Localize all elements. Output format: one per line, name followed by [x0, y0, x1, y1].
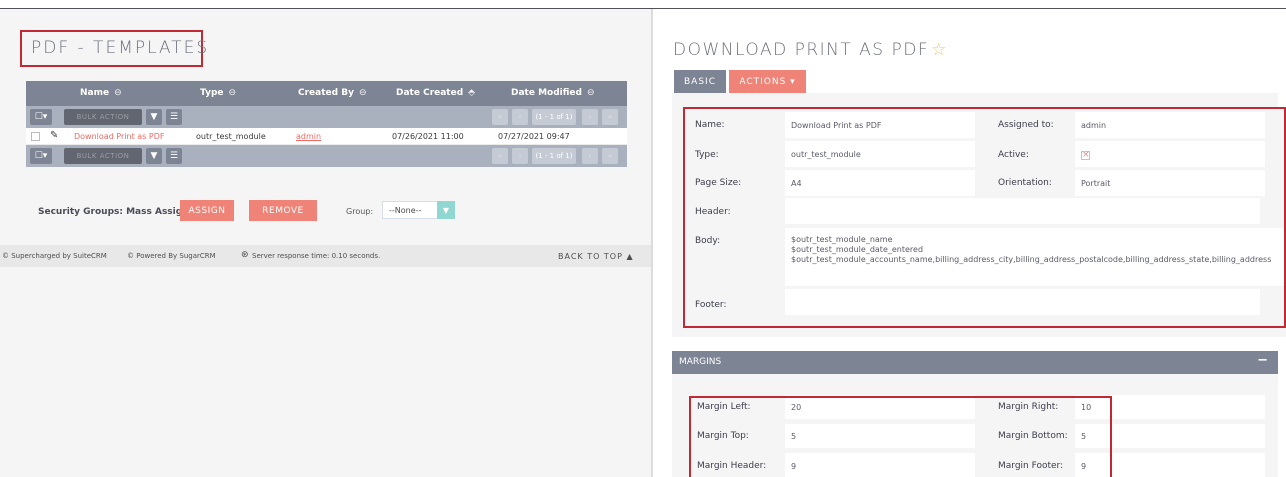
security-groups-label: Security Groups: Mass Assign — [38, 207, 189, 217]
back-to-top-link[interactable]: BACK TO TOP ▲ — [558, 252, 634, 261]
next-page-button[interactable]: › — [582, 148, 598, 164]
created-by-link[interactable]: admin — [296, 132, 321, 141]
favorite-star-icon[interactable]: ☆ — [931, 40, 948, 60]
powered-link[interactable]: © Powered By SugarCRM — [127, 252, 216, 260]
select-all-dropdown[interactable]: ☐▾ — [30, 109, 52, 125]
column-created-by[interactable]: Created By ⊖ — [298, 88, 366, 98]
record-type: outr_test_module — [196, 132, 266, 141]
sort-icon[interactable]: ⊖ — [587, 88, 595, 98]
margins-title: MARGINS — [679, 357, 722, 367]
table-row: ✎ Download Print as PDF outr_test_module… — [26, 128, 627, 145]
column-label: Created By — [298, 88, 354, 98]
column-label: Date Modified — [511, 88, 582, 98]
list-view-pane — [0, 9, 651, 477]
pane-divider — [651, 9, 653, 477]
server-response-time: Server response time: 0.10 seconds. — [252, 252, 381, 260]
supercharged-link[interactable]: © Supercharged by SuiteCRM — [2, 252, 107, 260]
pagination-count: (1 - 1 of 1) — [532, 148, 576, 164]
group-label: Group: — [346, 207, 374, 216]
bulk-action-button[interactable]: BULK ACTION — [64, 109, 142, 125]
column-chooser-icon[interactable]: ☰ — [166, 109, 182, 125]
table-header: Name ⊖ Type ⊖ Created By ⊖ Date Created ⬘ Da… — [26, 81, 627, 106]
server-icon: ⊛ — [241, 250, 249, 260]
record-title: DOWNLOAD PRINT AS PDF ☆ — [673, 40, 948, 60]
first-page-button[interactable]: « — [492, 148, 508, 164]
remove-button[interactable]: REMOVE — [249, 200, 317, 221]
column-label: Date Created — [396, 88, 464, 98]
next-page-button[interactable]: › — [582, 109, 598, 125]
edit-pencil-icon[interactable]: ✎ — [50, 130, 58, 141]
column-label: Type — [200, 88, 224, 98]
date-modified: 07/27/2021 09:47 — [498, 132, 570, 141]
filter-icon[interactable]: ▼ — [146, 109, 162, 125]
column-label: Name — [80, 88, 110, 98]
action-bar-bottom: ☐▾ BULK ACTION ▼ ☰ « ‹ (1 - 1 of 1) › » — [26, 145, 627, 167]
record-title-text: DOWNLOAD PRINT AS PDF — [673, 40, 930, 60]
row-checkbox[interactable] — [31, 132, 40, 141]
tab-basic[interactable]: BASIC — [674, 70, 726, 93]
sort-icon[interactable]: ⊖ — [114, 88, 122, 98]
date-created: 07/26/2021 11:00 — [392, 132, 464, 141]
margins-panel-header[interactable]: MARGINS − — [672, 351, 1278, 374]
column-name[interactable]: Name ⊖ — [80, 88, 122, 98]
previous-page-button[interactable]: ‹ — [512, 109, 528, 125]
collapse-icon[interactable]: − — [1257, 353, 1268, 368]
column-date-created[interactable]: Date Created ⬘ — [396, 88, 475, 98]
assign-button[interactable]: ASSIGN — [180, 200, 234, 221]
sort-icon[interactable]: ⊖ — [359, 88, 367, 98]
record-name-link[interactable]: Download Print as PDF — [74, 132, 164, 141]
list-table: Name ⊖ Type ⊖ Created By ⊖ Date Created ⬘ Da… — [26, 81, 627, 167]
previous-page-button[interactable]: ‹ — [512, 148, 528, 164]
select-all-dropdown[interactable]: ☐▾ — [30, 148, 52, 164]
actions-dropdown[interactable]: ACTIONS ▾ — [729, 70, 806, 93]
page-title: PDF - TEMPLATES — [31, 38, 210, 58]
column-chooser-icon[interactable]: ☰ — [166, 148, 182, 164]
page-footer: © Supercharged by SuiteCRM © Powered By … — [0, 245, 651, 267]
column-date-modified[interactable]: Date Modified ⊖ — [511, 88, 595, 98]
bulk-action-button[interactable]: BULK ACTION — [64, 148, 142, 164]
pagination-count: (1 - 1 of 1) — [532, 109, 576, 125]
last-page-button[interactable]: » — [602, 109, 618, 125]
fields-highlight — [683, 107, 1286, 328]
margins-highlight — [689, 396, 1112, 477]
last-page-button[interactable]: » — [602, 148, 618, 164]
sort-icon[interactable]: ⊖ — [228, 88, 236, 98]
column-type[interactable]: Type ⊖ — [200, 88, 236, 98]
action-bar-top: ☐▾ BULK ACTION ▼ ☰ « ‹ (1 - 1 of 1) › » — [26, 106, 627, 128]
chevron-down-icon[interactable]: ▼ — [437, 201, 455, 219]
filter-icon[interactable]: ▼ — [146, 148, 162, 164]
first-page-button[interactable]: « — [492, 109, 508, 125]
sort-icon[interactable]: ⬘ — [468, 88, 475, 98]
